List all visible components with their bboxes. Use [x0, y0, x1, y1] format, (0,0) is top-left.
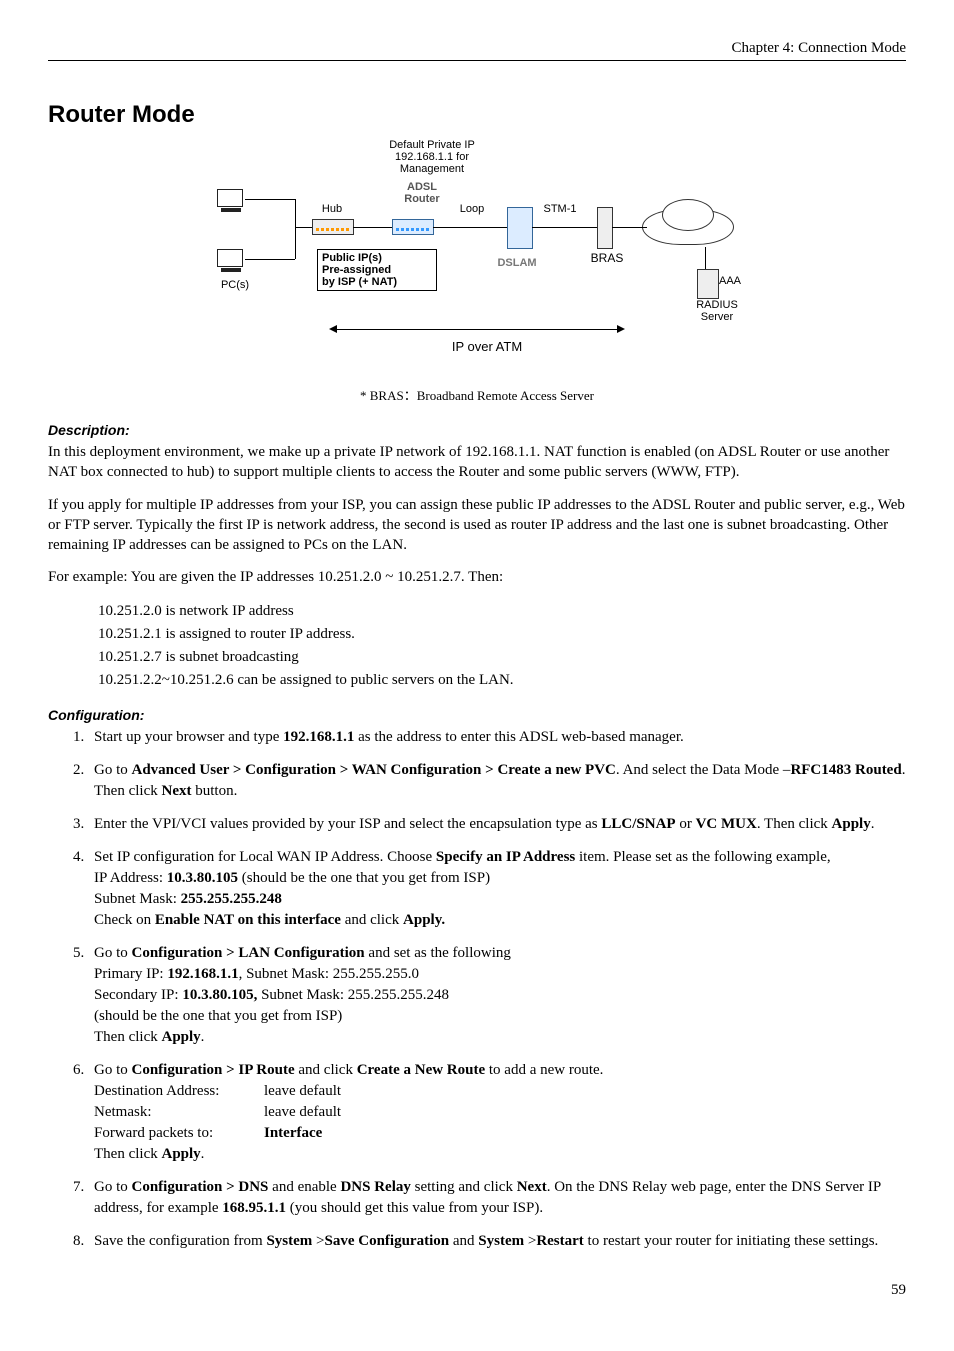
- step-4: Set IP configuration for Local WAN IP Ad…: [88, 847, 906, 931]
- bras-label: BRAS: [577, 251, 637, 265]
- diagram-footnote: * BRAS：Broadband Remote Access Server: [48, 385, 906, 404]
- hub-label: Hub: [312, 203, 352, 215]
- description-p2: If you apply for multiple IP addresses f…: [48, 495, 906, 556]
- step-5: Go to Configuration > LAN Configuration …: [88, 943, 906, 1048]
- loop-label: Loop: [452, 203, 492, 215]
- public-ip-box: Public IP(s) Pre-assigned by ISP (+ NAT): [317, 249, 437, 291]
- step-8: Save the configuration from System >Save…: [88, 1231, 906, 1252]
- step-2: Go to Advanced User > Configuration > WA…: [88, 760, 906, 802]
- dslam-label: DSLAM: [487, 257, 547, 269]
- dslam-icon: [507, 207, 533, 249]
- chapter-header: Chapter 4: Connection Mode: [48, 40, 906, 61]
- adsl-router-label: ADSLRouter: [392, 181, 452, 205]
- network-diagram: Default Private IP 192.168.1.1 for Manag…: [197, 139, 757, 379]
- description-heading: Description:: [48, 422, 906, 438]
- stm1-label: STM-1: [535, 203, 585, 215]
- isp-cloud: ISP: [642, 199, 732, 249]
- router-icon: [392, 219, 434, 235]
- radius-label: RADIUSServer: [677, 299, 757, 323]
- step-1: Start up your browser and type 192.168.1…: [88, 727, 906, 748]
- description-p1: In this deployment environment, we make …: [48, 442, 906, 483]
- aaa-server-icon: [697, 269, 719, 299]
- configuration-heading: Configuration:: [48, 707, 906, 723]
- pcs-label: PC(s): [215, 279, 255, 291]
- configuration-steps: Start up your browser and type 192.168.1…: [48, 727, 906, 1252]
- pc-icon: [217, 249, 245, 273]
- step-6: Go to Configuration > IP Route and click…: [88, 1060, 906, 1165]
- pc-icon: [217, 189, 245, 213]
- description-p3: For example: You are given the IP addres…: [48, 567, 906, 587]
- ip-over-atm-label: IP over ATM: [427, 339, 547, 354]
- hub-icon: [312, 219, 354, 235]
- section-title: Router Mode: [48, 101, 906, 129]
- page-number: 59: [48, 1282, 906, 1299]
- step-3: Enter the VPI/VCI values provided by you…: [88, 814, 906, 835]
- example-block: 10.251.2.0 is network IP address 10.251.…: [98, 600, 906, 693]
- aaa-label: AAA: [719, 275, 759, 287]
- bras-icon: [597, 207, 613, 249]
- step-7: Go to Configuration > DNS and enable DNS…: [88, 1177, 906, 1219]
- default-ip-label: Default Private IP 192.168.1.1 for Manag…: [367, 139, 497, 175]
